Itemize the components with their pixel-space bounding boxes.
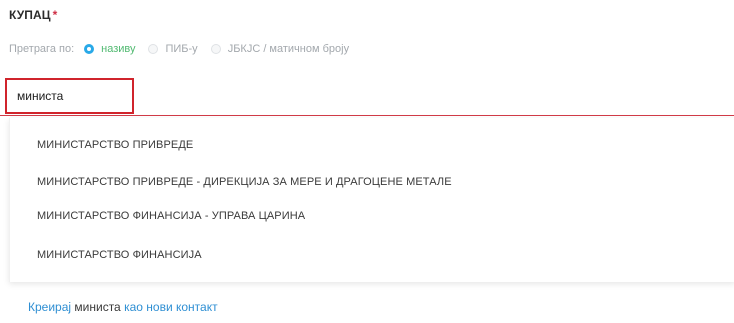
field-label-text: КУПАЦ (9, 8, 51, 22)
search-by-pib-option[interactable]: ПИБ-у (148, 43, 198, 55)
radio-unselected-icon[interactable] (210, 44, 221, 54)
search-by-jbkjs-label[interactable]: ЈБКЈС / матичном броју (228, 43, 349, 55)
radio-unselected-icon[interactable] (148, 44, 159, 54)
customer-field-panel: КУПАЦ * Претрага по: називу ПИБ-у ЈБКЈС /… (0, 0, 734, 323)
search-by-pib-label[interactable]: ПИБ-у (165, 43, 197, 55)
search-by-name-label[interactable]: називу (101, 43, 135, 55)
create-contact-query: министа (74, 300, 121, 314)
suggestion-item[interactable]: МИНИСТАРСТВО ФИНАНСИЈА - УПРАВА ЦАРИНА (37, 210, 305, 222)
suggestion-item[interactable]: МИНИСТАРСТВО ФИНАНСИЈА (37, 249, 202, 261)
search-by-name-option[interactable]: називу (84, 43, 135, 55)
create-contact-link-prefix[interactable]: Креирај (28, 300, 71, 314)
search-by-jbkjs-option[interactable]: ЈБКЈС / матичном броју (210, 43, 349, 55)
required-asterisk: * (52, 8, 58, 22)
customer-search-input[interactable]: министа (17, 89, 63, 103)
create-new-contact[interactable]: Креирај министа као нови контакт (28, 300, 218, 314)
suggestions-dropdown: МИНИСТАРСТВО ПРИВРЕДЕ МИНИСТАРСТВО ПРИВР… (9, 118, 734, 282)
search-by-label: Претрага по: (9, 43, 75, 55)
create-contact-link-suffix[interactable]: као нови контакт (124, 300, 218, 314)
suggestion-item[interactable]: МИНИСТАРСТВО ПРИВРЕДЕ (37, 139, 193, 151)
radio-selected-icon[interactable] (84, 44, 95, 54)
suggestion-item[interactable]: МИНИСТАРСТВО ПРИВРЕДЕ - ДИРЕКЦИЈА ЗА МЕР… (37, 176, 452, 188)
field-label: КУПАЦ * (9, 8, 57, 22)
search-by-group: Претрага по: називу ПИБ-у ЈБКЈС / матичн… (9, 41, 362, 57)
